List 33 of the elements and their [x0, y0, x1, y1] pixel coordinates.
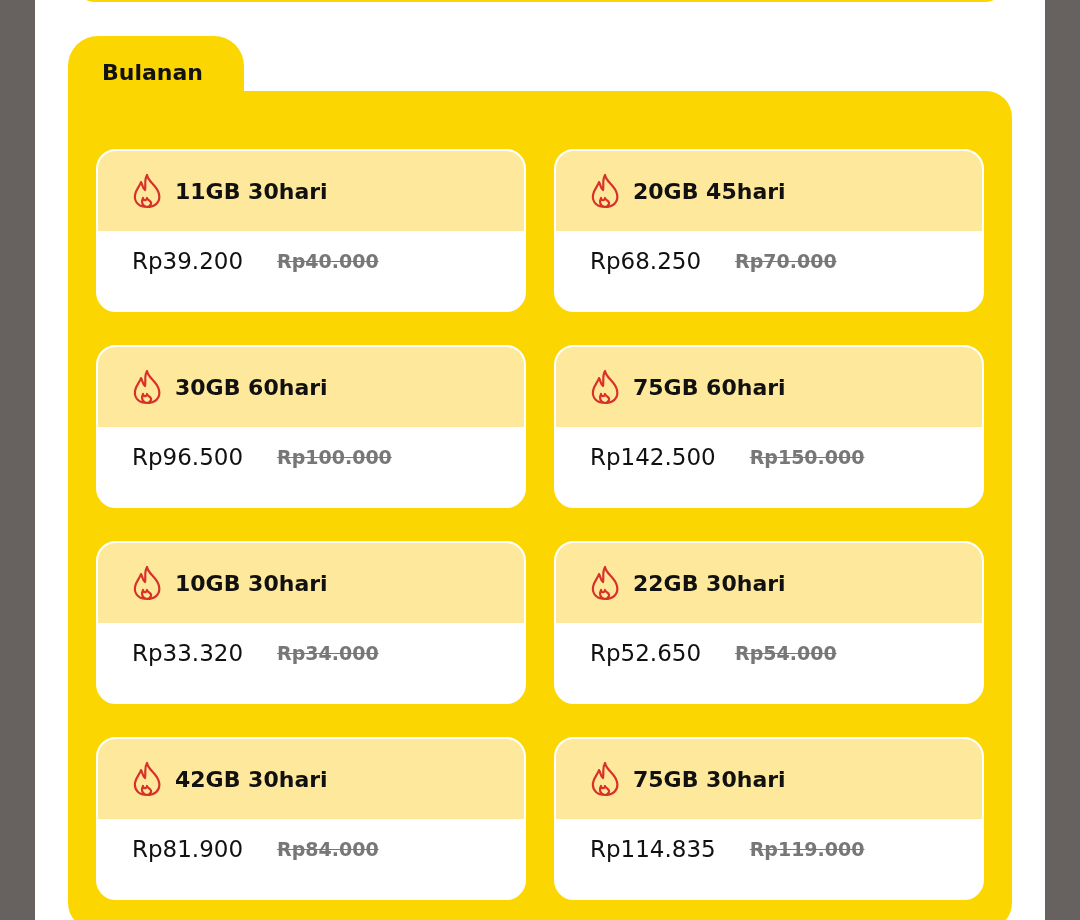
- price: Rp114.835: [590, 835, 716, 865]
- original-price: Rp40.000: [277, 249, 379, 275]
- package-name: 75GB 60hari: [633, 373, 786, 402]
- package-card[interactable]: 42GB 30hari Rp81.900 Rp84.000: [96, 737, 526, 900]
- price: Rp39.200: [132, 247, 244, 277]
- package-card[interactable]: 75GB 60hari Rp142.500 Rp150.000: [554, 345, 984, 508]
- section-title: Bulanan: [102, 60, 203, 85]
- price: Rp81.900: [132, 835, 244, 865]
- price: Rp52.650: [590, 639, 702, 669]
- price: Rp96.500: [132, 443, 244, 473]
- original-price: Rp119.000: [749, 837, 865, 863]
- original-price: Rp150.000: [749, 445, 865, 471]
- package-name: 22GB 30hari: [633, 569, 786, 598]
- package-card[interactable]: 22GB 30hari Rp52.650 Rp54.000: [554, 541, 984, 704]
- package-name: 75GB 30hari: [633, 765, 786, 794]
- original-price: Rp54.000: [735, 641, 837, 667]
- package-card[interactable]: 30GB 60hari Rp96.500 Rp100.000: [96, 345, 526, 508]
- package-name: 42GB 30hari: [175, 765, 328, 794]
- package-name: 20GB 45hari: [633, 177, 786, 206]
- package-card[interactable]: 75GB 30hari Rp114.835 Rp119.000: [554, 737, 984, 900]
- package-name: 11GB 30hari: [175, 177, 328, 206]
- original-price: Rp84.000: [277, 837, 379, 863]
- package-card[interactable]: 20GB 45hari Rp68.250 Rp70.000: [554, 149, 984, 312]
- package-card[interactable]: 10GB 30hari Rp33.320 Rp34.000: [96, 541, 526, 704]
- package-card[interactable]: 11GB 30hari Rp39.200 Rp40.000: [96, 149, 526, 312]
- price: Rp33.320: [132, 639, 244, 669]
- original-price: Rp34.000: [277, 641, 379, 667]
- price: Rp142.500: [590, 443, 716, 473]
- original-price: Rp100.000: [277, 445, 392, 471]
- price: Rp68.250: [590, 247, 702, 277]
- package-name: 10GB 30hari: [175, 569, 328, 598]
- original-price: Rp70.000: [735, 249, 837, 275]
- package-name: 30GB 60hari: [175, 373, 328, 402]
